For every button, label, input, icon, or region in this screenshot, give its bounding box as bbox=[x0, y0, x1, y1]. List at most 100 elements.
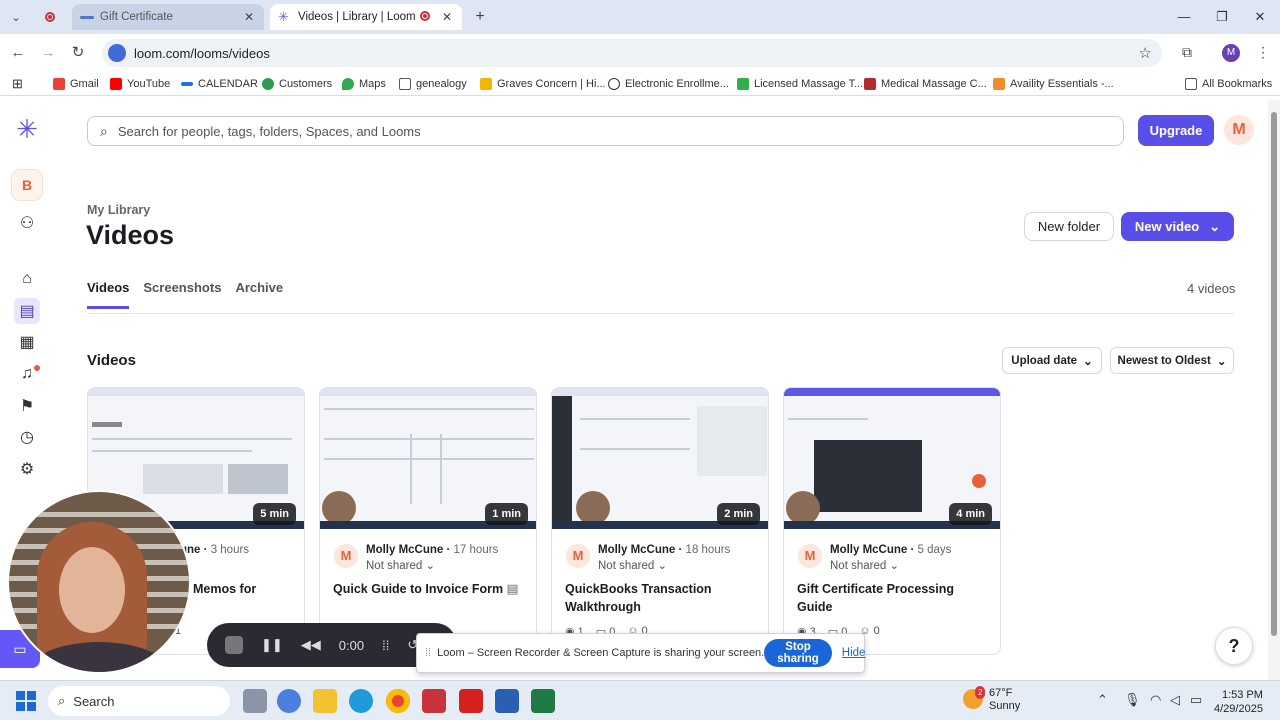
bookmark-licensed-massage[interactable]: Licensed Massage T... bbox=[737, 76, 863, 92]
breadcrumb[interactable]: My Library bbox=[87, 203, 150, 217]
site-info-icon[interactable] bbox=[108, 44, 126, 62]
video-title[interactable]: Quick Guide to Invoice Form ▤ bbox=[333, 580, 528, 598]
screen-share-notice: ⁞⁞ Loom – Screen Recorder & Screen Captu… bbox=[416, 633, 865, 673]
apps-grid-icon[interactable]: ⊞ bbox=[12, 76, 23, 92]
bookmark-medical-massage[interactable]: Medical Massage C... bbox=[864, 76, 987, 92]
hide-link[interactable]: Hide bbox=[842, 647, 866, 659]
tab-loom-videos[interactable]: ✳ Videos | Library | Loom ✕ bbox=[270, 4, 462, 30]
camera-bubble[interactable] bbox=[7, 490, 191, 674]
browser-menu-icon[interactable]: ⋮ bbox=[1254, 44, 1272, 62]
bookmark-gmail[interactable]: Gmail bbox=[53, 76, 99, 92]
bookmark-icon[interactable]: ⚑ bbox=[14, 393, 40, 419]
user-avatar[interactable]: M bbox=[1224, 115, 1254, 145]
pause-icon[interactable]: ❚❚ bbox=[261, 637, 283, 653]
reload-icon[interactable]: ↻ bbox=[68, 43, 88, 63]
wifi-icon[interactable]: ◠ bbox=[1150, 692, 1161, 708]
word-icon[interactable] bbox=[495, 689, 519, 713]
new-tab-icon[interactable]: + bbox=[470, 7, 490, 27]
share-status[interactable]: Not shared ⌄ bbox=[830, 558, 899, 572]
loom-favicon-icon: ✳ bbox=[278, 9, 289, 24]
page-scrollbar[interactable] bbox=[1268, 100, 1280, 680]
bookmark-calendar[interactable]: CALENDAR bbox=[181, 76, 258, 92]
loom-logo-icon[interactable]: ✳ bbox=[14, 114, 40, 144]
invite-user-icon[interactable]: ⚇ bbox=[14, 210, 40, 236]
rewind-icon[interactable]: ◀◀ bbox=[301, 637, 321, 653]
chrome-icon[interactable] bbox=[386, 689, 410, 713]
clock[interactable]: 1:53 PM 4/29/2025 bbox=[1214, 688, 1263, 716]
battery-icon[interactable]: ▭ bbox=[1190, 692, 1202, 708]
close-window-icon[interactable]: ✕ bbox=[1242, 6, 1278, 28]
drag-handle-icon[interactable]: ⁞⁞ bbox=[382, 638, 389, 653]
bookmark-star-icon[interactable]: ☆ bbox=[1139, 44, 1152, 62]
minimize-icon[interactable]: — bbox=[1166, 6, 1202, 28]
edge-icon[interactable] bbox=[349, 689, 373, 713]
excel-icon[interactable] bbox=[531, 689, 555, 713]
video-title[interactable]: QuickBooks Transaction Walkthrough bbox=[565, 580, 760, 616]
tab-close-icon[interactable]: ✕ bbox=[440, 10, 454, 24]
tab-close-icon[interactable]: ✕ bbox=[242, 10, 256, 24]
video-card[interactable]: 1 min M Molly McCune · 17 hours Not shar… bbox=[319, 387, 537, 655]
video-title[interactable]: Memos for bbox=[193, 580, 304, 598]
tab-search-chevron-icon[interactable]: ⌄ bbox=[6, 7, 26, 27]
calendar-dots-icon bbox=[181, 82, 193, 86]
video-card[interactable]: 4 min M Molly McCune · 5 days Not shared… bbox=[783, 387, 1001, 655]
video-card[interactable]: 2 min M Molly McCune · 18 hours Not shar… bbox=[551, 387, 769, 655]
library-icon[interactable]: ▤ bbox=[14, 298, 40, 324]
restore-icon[interactable]: ❐ bbox=[1204, 6, 1240, 28]
profile-avatar[interactable]: M bbox=[1222, 44, 1240, 62]
calendar-icon[interactable]: ▦ bbox=[14, 329, 40, 355]
task-view-icon[interactable] bbox=[243, 689, 267, 713]
share-status[interactable]: Not shared ⌄ bbox=[598, 558, 667, 572]
bookmark-electronic-enrollment[interactable]: Electronic Enrollme... bbox=[608, 76, 729, 92]
search-input[interactable] bbox=[117, 123, 1078, 139]
video-title[interactable]: Gift Certificate Processing Guide bbox=[797, 580, 992, 616]
extensions-icon[interactable]: ⧉ bbox=[1178, 44, 1196, 62]
tab-archive[interactable]: Archive bbox=[235, 280, 283, 309]
url-text[interactable]: loom.com/looms/videos bbox=[134, 46, 270, 61]
settings-gear-icon[interactable]: ⚙ bbox=[14, 456, 40, 482]
microphone-icon[interactable]: 🎙 bbox=[1124, 692, 1141, 708]
file-explorer-icon[interactable] bbox=[313, 689, 337, 713]
taskbar-search[interactable]: ⌕ Search bbox=[48, 686, 230, 716]
upgrade-button[interactable]: Upgrade bbox=[1138, 115, 1214, 146]
bookmark-maps[interactable]: Maps bbox=[342, 76, 386, 92]
all-bookmarks[interactable]: All Bookmarks bbox=[1185, 76, 1272, 92]
copilot-icon[interactable] bbox=[277, 689, 301, 713]
windows-start-icon[interactable] bbox=[16, 691, 36, 711]
volume-icon[interactable]: ◁ bbox=[1170, 692, 1180, 708]
home-icon[interactable]: ⌂ bbox=[14, 266, 40, 292]
stop-recording-icon[interactable] bbox=[225, 636, 243, 654]
author-avatar: M bbox=[798, 544, 822, 568]
recorder-app-icon[interactable] bbox=[422, 689, 446, 713]
help-icon[interactable]: ? bbox=[1215, 627, 1253, 665]
youtube-icon bbox=[110, 78, 122, 90]
tab-screenshots[interactable]: Screenshots bbox=[143, 280, 221, 309]
history-clock-icon[interactable]: ◷ bbox=[14, 424, 40, 450]
search-bar[interactable]: ⌕ bbox=[87, 116, 1124, 146]
stop-sharing-button[interactable]: Stop sharing bbox=[764, 639, 832, 667]
back-icon[interactable]: ← bbox=[8, 43, 28, 63]
omnibox[interactable]: loom.com/looms/videos ☆ bbox=[102, 39, 1162, 67]
workspace-badge[interactable]: B bbox=[12, 170, 42, 200]
share-status[interactable]: Not shared ⌄ bbox=[366, 558, 435, 572]
bookmark-graves-concern[interactable]: Graves Concern | Hi... bbox=[480, 76, 606, 92]
duration-badge: 1 min bbox=[485, 503, 528, 525]
sort-order-dropdown[interactable]: Newest to Oldest ⌄ bbox=[1110, 347, 1234, 374]
new-video-button[interactable]: New video ⌄ bbox=[1121, 212, 1234, 241]
acrobat-icon[interactable] bbox=[459, 689, 483, 713]
tray-overflow-icon[interactable]: ⌃ bbox=[1097, 692, 1108, 708]
forward-icon[interactable]: → bbox=[38, 43, 58, 63]
bookmark-genealogy[interactable]: genealogy bbox=[399, 76, 467, 92]
bookmark-customers[interactable]: Customers bbox=[262, 76, 332, 92]
weather-widget[interactable]: 2 67°F Sunny bbox=[963, 686, 1020, 713]
new-folder-button[interactable]: New folder bbox=[1024, 212, 1114, 241]
bookmark-youtube[interactable]: YouTube bbox=[110, 76, 170, 92]
sort-field-label: Upload date bbox=[1011, 354, 1078, 367]
sort-field-dropdown[interactable]: Upload date ⌄ bbox=[1002, 347, 1102, 374]
tab-videos[interactable]: Videos bbox=[87, 280, 130, 309]
library-tabs: Videos Screenshots Archive bbox=[87, 280, 283, 309]
tabs-divider bbox=[87, 313, 1234, 314]
grip-icon[interactable]: ⁞⁞ bbox=[425, 647, 431, 659]
bookmark-availity[interactable]: Availity Essentials -... bbox=[993, 76, 1114, 92]
tab-gift-certificate[interactable]: Gift Certificate ✕ bbox=[72, 4, 264, 30]
